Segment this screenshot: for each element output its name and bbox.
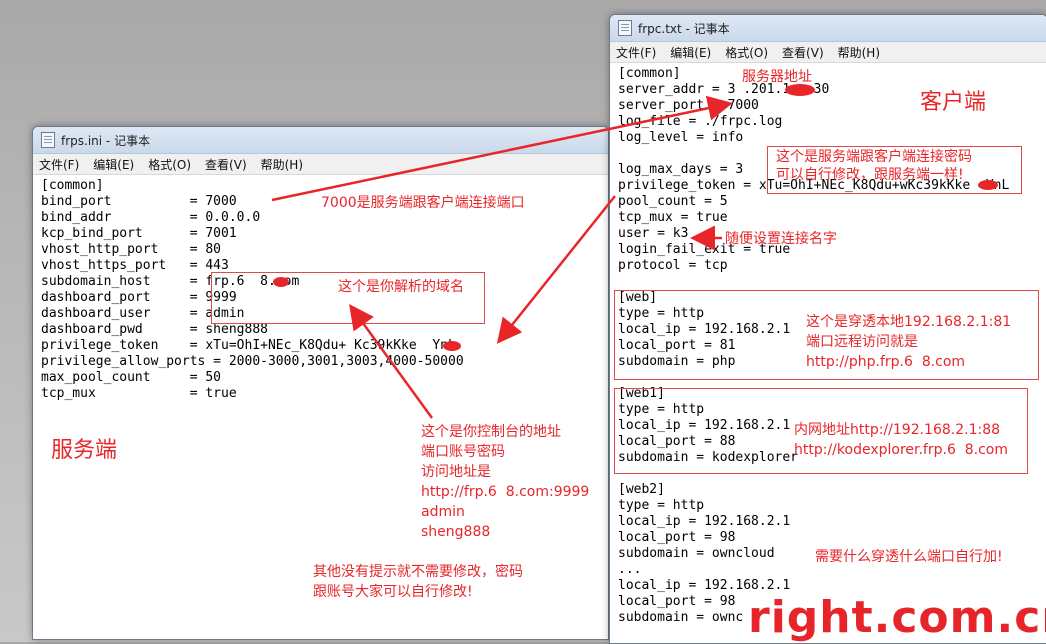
watermark: right.com.cn xyxy=(748,592,1046,643)
server-line: tcp_mux = true xyxy=(41,386,237,401)
server-line: vhost_https_port = 443 xyxy=(41,258,229,273)
server-line: [common] xyxy=(41,178,104,193)
server-menu-edit[interactable]: 编辑(E) xyxy=(93,156,134,173)
client-line: log_level = info xyxy=(618,130,744,145)
console-note: 这个是你控制台的地址 端口账号密码 访问地址是 http://frp.6 8.c… xyxy=(421,424,590,540)
notepad-icon xyxy=(41,132,55,148)
client-line: local_port = 98 xyxy=(618,594,736,609)
server-line: max_pool_count = 50 xyxy=(41,370,222,385)
client-line: [common] xyxy=(618,66,681,81)
client-menu-help[interactable]: 帮助(H) xyxy=(838,44,880,61)
client-line: user = k3 xyxy=(618,226,689,241)
client-menu-edit[interactable]: 编辑(E) xyxy=(670,44,711,61)
notepad-icon xyxy=(618,20,632,36)
web-note: 这个是穿透本地192.168.2.1:81 端口远程访问就是 http://ph… xyxy=(806,314,1012,370)
server-menu-help[interactable]: 帮助(H) xyxy=(261,156,303,173)
client-line: pool_count = 5 xyxy=(618,194,728,209)
client-menu-format[interactable]: 格式(O) xyxy=(725,44,768,61)
server-menu-view[interactable]: 查看(V) xyxy=(205,156,247,173)
client-line: server_port = 7000 xyxy=(618,98,759,113)
client-menubar: 文件(F) 编辑(E) 格式(O) 查看(V) 帮助(H) xyxy=(610,42,1046,63)
server-window-title: frps.ini - 记事本 xyxy=(61,133,151,148)
server-line: dashboard_pwd = sheng888 xyxy=(41,322,268,337)
web1-note: 内网地址http://192.168.2.1:88 http://kodexpl… xyxy=(794,422,1009,458)
client-menu-view[interactable]: 查看(V) xyxy=(782,44,824,61)
client-line: protocol = tcp xyxy=(618,258,728,273)
client-notepad-window: frpc.txt - 记事本 文件(F) 编辑(E) 格式(O) 查看(V) 帮… xyxy=(609,14,1046,644)
server-line: privilege_token = xTu=OhI+NEc_K8Qdu+ Kc3… xyxy=(41,338,456,353)
client-window-title: frpc.txt - 记事本 xyxy=(638,21,730,36)
client-line: type = http xyxy=(618,498,705,513)
server-menu-file[interactable]: 文件(F) xyxy=(39,156,79,173)
server-text-area[interactable]: [common] bind_port = 7000 bind_addr = 0.… xyxy=(33,174,608,639)
client-line: log_file = ./frpc.log xyxy=(618,114,783,129)
server-line: bind_addr = 0.0.0.0 xyxy=(41,210,261,225)
server-menu-format[interactable]: 格式(O) xyxy=(148,156,191,173)
client-label: 客户端 xyxy=(920,90,987,115)
server-line: dashboard_port = 9999 xyxy=(41,290,237,305)
server-line: vhost_http_port = 80 xyxy=(41,242,222,257)
client-titlebar[interactable]: frpc.txt - 记事本 xyxy=(610,15,1046,42)
server-line: kcp_bind_port = 7001 xyxy=(41,226,237,241)
server-addr-note: 服务器地址 xyxy=(742,69,812,85)
server-line: bind_port = 7000 xyxy=(41,194,237,209)
redaction-blot xyxy=(443,341,461,351)
client-line: subdomain = owncloud xyxy=(618,546,775,561)
server-label: 服务端 xyxy=(51,438,118,463)
user-note: 随便设置连接名字 xyxy=(725,231,837,247)
client-line: log_max_days = 3 xyxy=(618,162,744,177)
port-note: 7000是服务端跟客户端连接端口 xyxy=(321,195,525,211)
more-note: 需要什么穿透什么端口自行加! xyxy=(815,549,1003,565)
server-line: privilege_allow_ports = 2000-3000,3001,3… xyxy=(41,354,464,369)
token-note: 这个是服务端跟客户端连接密码 可以自行修改，跟服务端一样! xyxy=(776,149,972,183)
server-titlebar[interactable]: frps.ini - 记事本 xyxy=(33,127,608,154)
server-notepad-window: frps.ini - 记事本 文件(F) 编辑(E) 格式(O) 查看(V) 帮… xyxy=(32,126,609,640)
client-line: [web2] xyxy=(618,482,665,497)
client-line: ... xyxy=(618,562,642,577)
client-line: local_port = 98 xyxy=(618,530,736,545)
client-menu-file[interactable]: 文件(F) xyxy=(616,44,656,61)
client-line: subdomain = ownc xyxy=(618,610,744,625)
client-line: tcp_mux = true xyxy=(618,210,728,225)
server-menubar: 文件(F) 编辑(E) 格式(O) 查看(V) 帮助(H) xyxy=(33,154,608,175)
other-note: 其他没有提示就不需要修改，密码 跟账号大家可以自行修改! xyxy=(313,564,523,600)
client-text-area[interactable]: [common] server_addr = 3 .201.1 .30 serv… xyxy=(610,62,1046,643)
domain-note: 这个是你解析的域名 xyxy=(338,279,464,295)
client-line: local_ip = 192.168.2.1 xyxy=(618,514,791,529)
